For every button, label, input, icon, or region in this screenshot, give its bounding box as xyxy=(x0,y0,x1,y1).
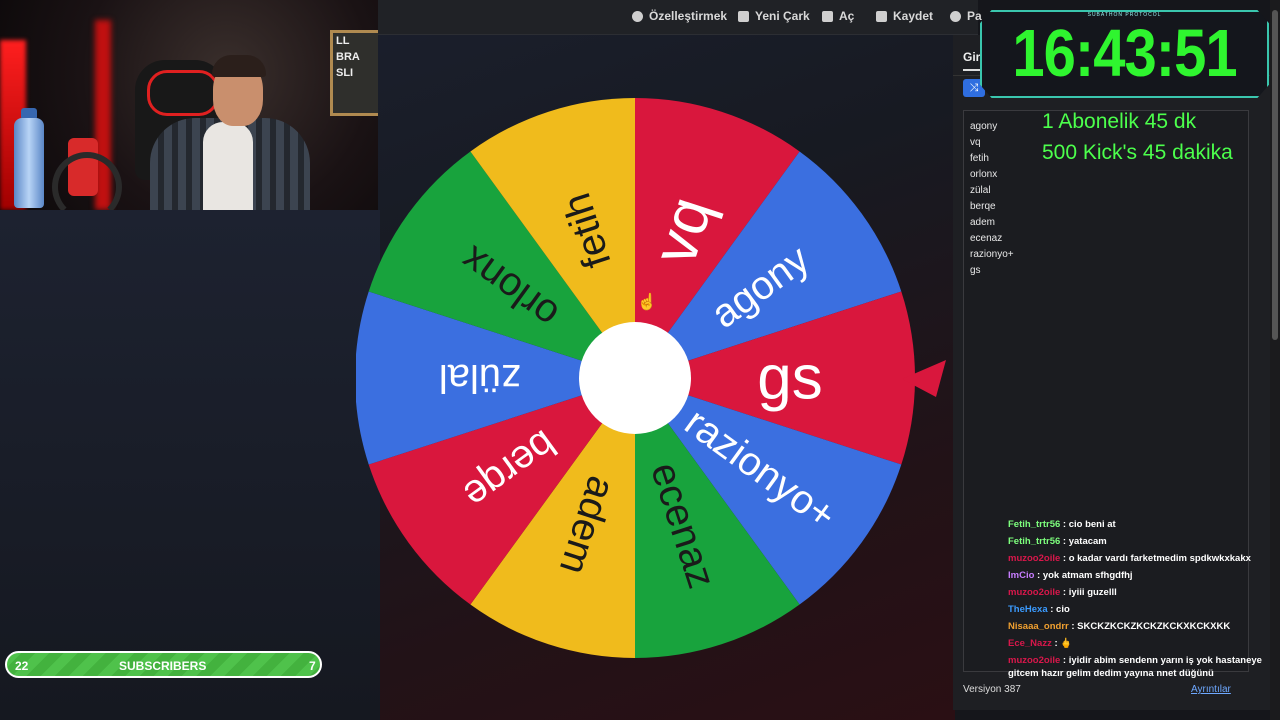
share-label: Pa xyxy=(967,9,982,23)
share-icon xyxy=(950,10,961,22)
subs-label: SUBSCRIBERS xyxy=(119,659,207,673)
scroll-thumb[interactable] xyxy=(1272,10,1278,340)
entry-item: adem xyxy=(970,217,996,228)
rule-subscription: 1 Abonelik 45 dk xyxy=(1042,110,1197,133)
wheel-label: zülal xyxy=(439,356,521,400)
chat-text: : iyiii guzelll xyxy=(1060,587,1117,598)
shuffle-icon: ⤨ xyxy=(969,82,979,94)
left-background xyxy=(0,210,380,720)
entry-item: zülal xyxy=(970,185,991,196)
entry-item: berqe xyxy=(970,201,996,212)
chat-text: : SKCKZKCKZKCKZKCKXKCKXKK xyxy=(1068,621,1231,632)
streamer-shirt xyxy=(203,122,253,210)
board-line-2: BRA xyxy=(336,51,360,63)
new-wheel-label: Yeni Çark xyxy=(755,9,810,23)
version-text: Versiyon 387 xyxy=(963,684,1021,695)
chat-username[interactable]: ImCio xyxy=(1008,570,1034,581)
timer-value: 16:43:51 xyxy=(1012,16,1237,91)
chat-username[interactable]: Fetih_trtr56 xyxy=(1008,536,1060,547)
chat-message: ImCio : yok atmam sfhgdfhj xyxy=(1008,569,1270,582)
save-icon xyxy=(876,10,887,22)
chat-text: : o kadar vardı farketmedim spdkwkxkakx xyxy=(1060,553,1251,564)
customize-label: Özelleştirmek xyxy=(649,9,728,23)
entry-item: razionyo+ xyxy=(970,249,1014,260)
subs-right-count: 7 xyxy=(309,659,316,673)
chat-message: Ece_Nazz : 🖕 xyxy=(1008,637,1270,650)
subathon-timer-overlay: SUBATHON PROTOCOL 16:43:51 xyxy=(980,10,1269,98)
chat-text: : cio beni at xyxy=(1060,519,1116,530)
chat-message: muzoo2oile : iyidir abim sendenn yarın i… xyxy=(1008,654,1270,680)
wheel-label: gs xyxy=(757,344,822,413)
chat-username[interactable]: Ece_Nazz xyxy=(1008,638,1052,649)
subscribers-bar: 22 SUBSCRIBERS 7 xyxy=(5,651,322,678)
entry-item: ecenaz xyxy=(970,233,1003,244)
open-button[interactable]: Aç xyxy=(822,9,854,23)
tab-entries[interactable]: Gir xyxy=(963,50,981,71)
chat-text: : yok atmam sfhgdfhj xyxy=(1034,570,1133,581)
chat-message: muzoo2oile : o kadar vardı farketmedim s… xyxy=(1008,552,1270,565)
chat-username[interactable]: muzoo2oile xyxy=(1008,655,1060,666)
new-wheel-button[interactable]: Yeni Çark xyxy=(738,9,810,23)
chat-username[interactable]: Fetih_trtr56 xyxy=(1008,519,1060,530)
chat-username[interactable]: muzoo2oile xyxy=(1008,587,1060,598)
chat-message: Fetih_trtr56 : cio beni at xyxy=(1008,518,1270,531)
subs-left-count: 22 xyxy=(15,659,29,673)
chat-username[interactable]: Nisaaa_ondrr xyxy=(1008,621,1069,632)
spin-wheel[interactable]: vqagonygsrazionyo+ecenazademberqezülalor… xyxy=(356,96,946,661)
subathon-rules: 1 Abonelik 45 dk 500 Kick's 45 dakika xyxy=(1042,106,1233,168)
rule-kicks: 500 Kick's 45 dakika xyxy=(1042,141,1233,164)
streamer-hair xyxy=(212,55,266,77)
water-bottle xyxy=(14,118,44,208)
customize-button[interactable]: Özelleştirmek xyxy=(632,9,727,23)
open-label: Aç xyxy=(839,9,855,23)
chat-text: : cio xyxy=(1047,604,1070,615)
page-scrollbar[interactable] xyxy=(1270,0,1280,720)
chat-message: muzoo2oile : iyiii guzelll xyxy=(1008,586,1270,599)
chat-message: Nisaaa_ondrr : SKCKZKCKZKCKZKCKXKCKXKK xyxy=(1008,620,1270,633)
new-file-icon xyxy=(738,10,749,22)
entry-item: gs xyxy=(970,265,981,276)
share-button[interactable]: Pa xyxy=(950,9,982,23)
webcam-feed: LL BRA SLI xyxy=(0,0,378,210)
palette-icon xyxy=(632,10,643,22)
headphone-stand xyxy=(52,152,122,210)
wheel-hub[interactable] xyxy=(579,322,691,434)
chat-message: Fetih_trtr56 : yatacam xyxy=(1008,535,1270,548)
top-toolbar: Özelleştirmek Yeni Çark Aç Kaydet Pa xyxy=(378,0,982,35)
entry-item: orlonx xyxy=(970,169,998,180)
save-button[interactable]: Kaydet xyxy=(876,9,933,23)
board-line-1: LL xyxy=(336,35,350,47)
hand-cursor-icon: ☝ xyxy=(637,294,657,311)
details-link[interactable]: Ayrıntılar xyxy=(1191,684,1231,695)
chat-text: : yatacam xyxy=(1060,536,1107,547)
chat-overlay: Fetih_trtr56 : cio beni at Fetih_trtr56 :… xyxy=(1008,518,1270,684)
chat-username[interactable]: TheHexa xyxy=(1008,604,1048,615)
chat-message: TheHexa : cio xyxy=(1008,603,1270,616)
folder-open-icon xyxy=(822,10,833,22)
save-label: Kaydet xyxy=(893,9,934,23)
chat-text: : 🖕 xyxy=(1051,638,1073,649)
chat-username[interactable]: muzoo2oile xyxy=(1008,553,1060,564)
board-line-3: SLI xyxy=(336,67,354,79)
